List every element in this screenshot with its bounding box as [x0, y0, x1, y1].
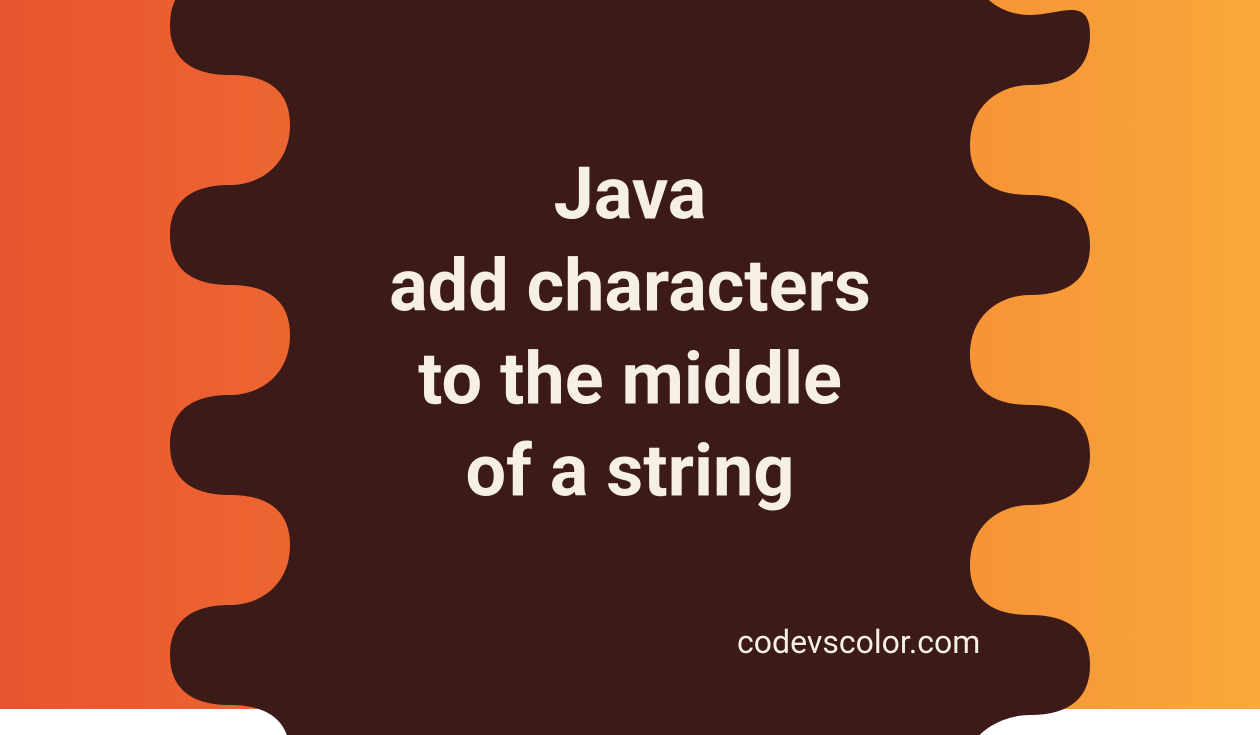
main-title: Java add characters to the middle of a s…	[389, 149, 871, 518]
attribution-text: codevscolor.com	[737, 623, 980, 661]
title-line-1: Java	[389, 149, 871, 241]
title-line-3: to the middle	[389, 333, 871, 425]
title-line-2: add characters	[389, 241, 871, 333]
title-line-4: of a string	[389, 425, 871, 517]
